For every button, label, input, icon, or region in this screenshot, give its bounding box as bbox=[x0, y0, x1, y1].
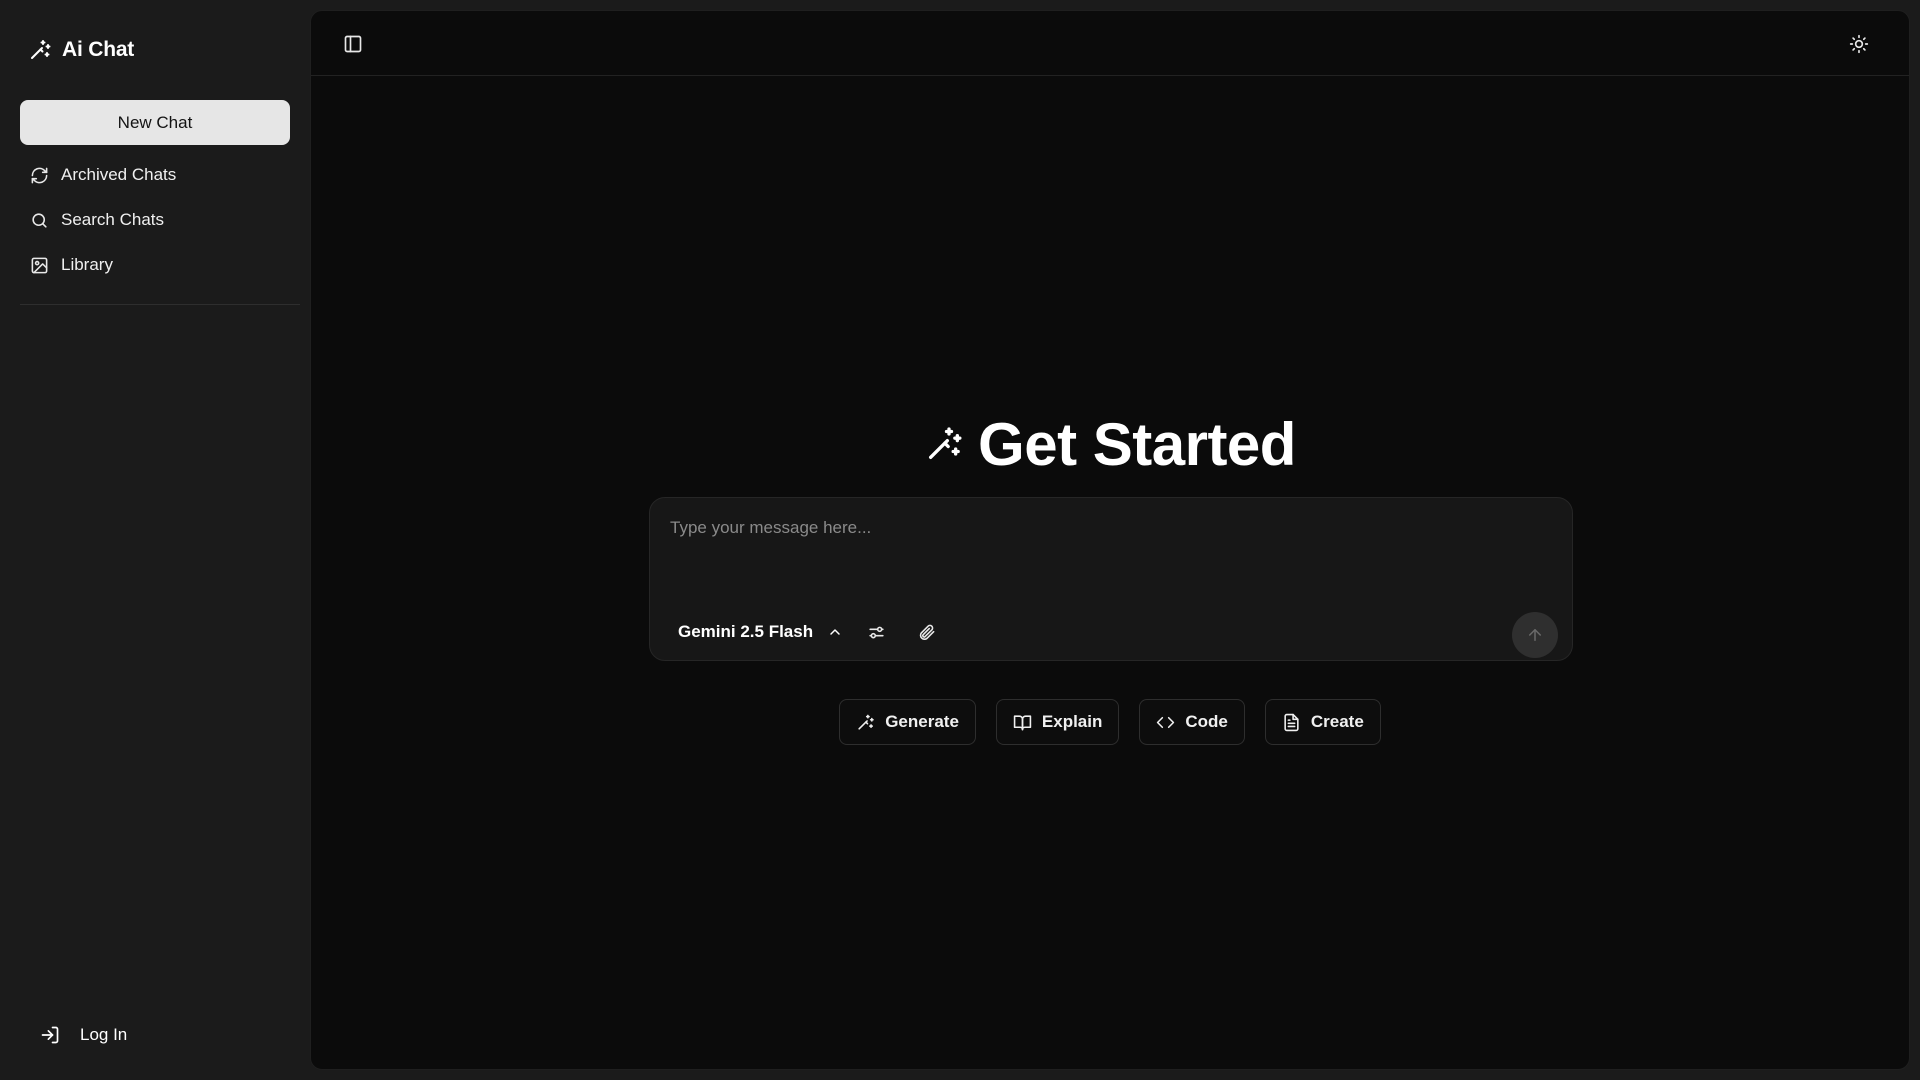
arrow-up-icon bbox=[1526, 626, 1544, 644]
theme-toggle-button[interactable] bbox=[1843, 28, 1875, 60]
sidebar-item-label: Archived Chats bbox=[61, 165, 177, 184]
app-root: Ai Chat New Chat Archived Chats Search C… bbox=[0, 0, 1920, 1080]
sidebar-nav: Archived Chats Search Chats Library bbox=[20, 157, 290, 292]
image-icon bbox=[30, 256, 49, 275]
chip-label: Code bbox=[1185, 712, 1228, 731]
login-button[interactable]: Log In bbox=[40, 1020, 127, 1050]
log-in-icon bbox=[40, 1025, 60, 1045]
create-chip[interactable]: Create bbox=[1264, 699, 1381, 745]
chip-label: Explain bbox=[1041, 712, 1103, 731]
panel-left-icon bbox=[343, 34, 363, 54]
brand-title: Ai Chat bbox=[62, 38, 135, 61]
hero-heading: Get Started bbox=[311, 409, 1909, 479]
sidebar-item-search-chats[interactable]: Search Chats bbox=[20, 202, 290, 238]
wand-sparkles-icon bbox=[28, 38, 52, 62]
page-title: Get Started bbox=[978, 410, 1296, 478]
sidebar: Ai Chat New Chat Archived Chats Search C… bbox=[0, 0, 310, 1080]
options-button[interactable] bbox=[860, 616, 892, 648]
top-bar bbox=[311, 11, 1909, 76]
sun-icon bbox=[1849, 34, 1869, 54]
code-chip[interactable]: Code bbox=[1139, 699, 1245, 745]
book-open-icon bbox=[1013, 713, 1032, 732]
paperclip-icon bbox=[917, 623, 936, 642]
sidebar-divider bbox=[20, 304, 300, 305]
toggle-sidebar-button[interactable] bbox=[337, 28, 369, 60]
sidebar-item-library[interactable]: Library bbox=[20, 247, 290, 283]
search-icon bbox=[30, 211, 49, 230]
model-selector[interactable]: Gemini 2.5 Flash bbox=[670, 616, 851, 648]
wand-sparkles-icon bbox=[856, 713, 875, 732]
brand[interactable]: Ai Chat bbox=[28, 36, 134, 64]
message-composer: Gemini 2.5 Flash bbox=[649, 497, 1573, 661]
sidebar-item-label: Search Chats bbox=[61, 210, 164, 229]
sidebar-item-label: Library bbox=[61, 255, 113, 274]
main-panel: Get Started Gemini 2.5 Flash bbox=[310, 10, 1910, 1070]
code-icon bbox=[1156, 713, 1175, 732]
chip-label: Generate bbox=[885, 712, 959, 731]
attach-button[interactable] bbox=[910, 616, 942, 648]
new-chat-button[interactable]: New Chat bbox=[20, 100, 290, 145]
sliders-icon bbox=[867, 623, 886, 642]
generate-chip[interactable]: Generate bbox=[839, 699, 976, 745]
chip-label: Create bbox=[1310, 712, 1364, 731]
message-input[interactable] bbox=[670, 518, 1550, 558]
model-name: Gemini 2.5 Flash bbox=[678, 622, 814, 641]
wand-sparkles-icon bbox=[924, 424, 964, 464]
suggestion-chips: Generate Explain Code Create bbox=[311, 699, 1909, 745]
login-label: Log In bbox=[80, 1025, 128, 1044]
refresh-icon bbox=[30, 166, 49, 185]
explain-chip[interactable]: Explain bbox=[995, 699, 1120, 745]
chevron-up-icon bbox=[827, 624, 843, 640]
file-text-icon bbox=[1282, 713, 1301, 732]
sidebar-item-archived-chats[interactable]: Archived Chats bbox=[20, 157, 290, 193]
send-button[interactable] bbox=[1512, 612, 1558, 658]
